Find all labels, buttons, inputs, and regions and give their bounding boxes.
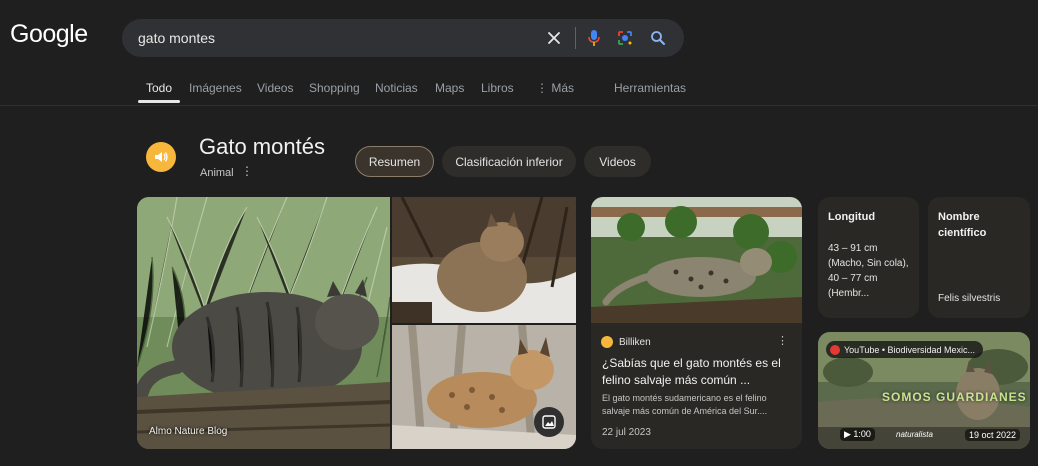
tab-maps[interactable]: Maps (435, 81, 464, 95)
fact-value: Felis silvestris (938, 293, 1001, 304)
search-input[interactable]: gato montes (138, 30, 215, 46)
tab-imagenes[interactable]: Imágenes (189, 81, 242, 95)
image-wildcat-snow[interactable] (392, 197, 576, 323)
more-options-icon[interactable]: ⋮ (241, 164, 253, 178)
speaker-icon[interactable] (146, 142, 176, 172)
microphone-icon[interactable] (584, 28, 604, 48)
article-title[interactable]: ¿Sabías que el gato montés es el felino … (602, 355, 792, 389)
search-divider (575, 27, 576, 49)
article-source-name: Billiken (619, 336, 651, 348)
active-tab-indicator (138, 100, 180, 103)
lens-icon[interactable] (615, 28, 635, 48)
video-overlay-title: SOMOS GUARDIANES (882, 390, 1027, 404)
search-results-page: Google gato montes Todo Imágenes Videos … (0, 0, 1038, 466)
fact-card-length[interactable]: Longitud 43 – 91 cm (Macho, Sin cola), 4… (818, 197, 919, 318)
tab-libros[interactable]: Libros (481, 81, 514, 95)
video-source: YouTube • Biodiversidad Mexic... (826, 341, 984, 358)
video-card[interactable]: YouTube • Biodiversidad Mexic... SOMOS G… (818, 332, 1030, 449)
video-brand: naturalista (896, 430, 933, 439)
article-date: 22 jul 2023 (602, 427, 651, 438)
article-more-icon[interactable]: ⋮ (777, 334, 788, 347)
search-bar[interactable]: gato montes (122, 19, 684, 57)
youtube-icon (830, 344, 840, 355)
entity-title: Gato montés (199, 134, 325, 159)
tab-shopping[interactable]: Shopping (309, 81, 360, 95)
fact-value: 43 – 91 cm (Macho, Sin cola), 40 – 77 cm… (828, 243, 909, 299)
image-bobcat[interactable] (392, 325, 576, 449)
video-duration: ▶ 1:00 (840, 428, 875, 441)
article-source: Billiken (601, 336, 651, 348)
image-gallery-icon[interactable] (534, 407, 564, 437)
video-source-name: YouTube • Biodiversidad Mexic... (844, 344, 976, 355)
image-main-wildcat[interactable]: Almo Nature Blog (137, 197, 390, 449)
tab-todo[interactable]: Todo (146, 81, 172, 95)
article-thumbnail (591, 197, 802, 323)
google-logo[interactable]: Google (10, 20, 88, 49)
clear-icon[interactable] (544, 28, 564, 48)
fact-label: Nombre científico (938, 211, 987, 239)
article-snippet: El gato montés sudamericano es el felino… (602, 393, 768, 416)
article-card[interactable]: Billiken ⋮ ¿Sabías que el gato montés es… (591, 197, 802, 449)
video-date: 19 oct 2022 (964, 429, 1020, 441)
tab-videos[interactable]: Videos (257, 81, 293, 95)
billiken-favicon-icon (601, 336, 613, 348)
fact-card-scientific-name[interactable]: Nombre científico Felis silvestris (928, 197, 1030, 318)
tab-mas[interactable]: ⋮ Más (536, 81, 574, 95)
header-divider (0, 105, 1038, 106)
chip-videos[interactable]: Videos (584, 146, 651, 177)
search-icon[interactable] (648, 28, 668, 48)
image-credit: Almo Nature Blog (149, 426, 228, 437)
tab-noticias[interactable]: Noticias (375, 81, 418, 95)
fact-label: Longitud (828, 211, 876, 223)
chip-resumen[interactable]: Resumen (355, 146, 434, 177)
tools-button[interactable]: Herramientas (614, 81, 686, 95)
chip-clasificacion-inferior[interactable]: Clasificación inferior (442, 146, 576, 177)
entity-subtitle: Animal (200, 167, 234, 179)
